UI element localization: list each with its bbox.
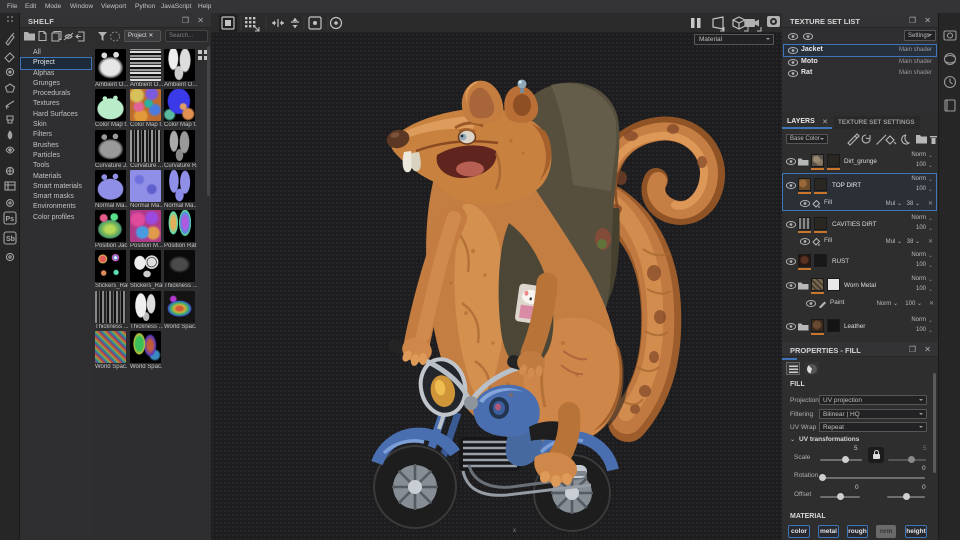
- svg-text:Sb: Sb: [6, 236, 15, 243]
- svg-text:Ps: Ps: [6, 216, 15, 223]
